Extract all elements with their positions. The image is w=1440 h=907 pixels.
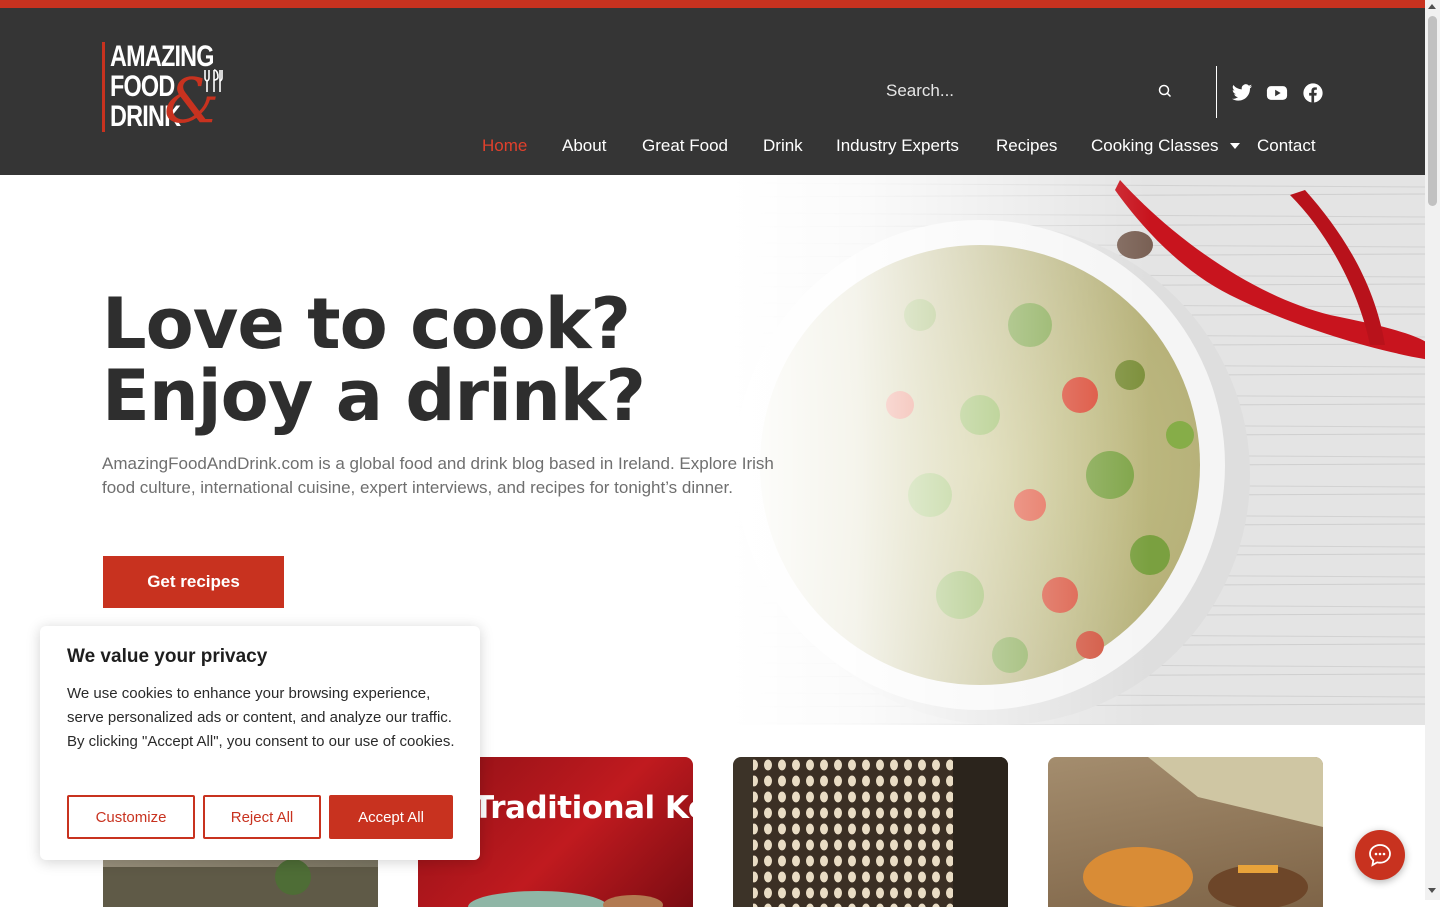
accept-all-button[interactable]: Accept All (329, 795, 453, 839)
scroll-down-arrow[interactable] (1428, 888, 1436, 893)
scrollbar-thumb[interactable] (1428, 16, 1437, 206)
nav-recipes[interactable]: Recipes (996, 136, 1057, 160)
nav-great-food[interactable]: Great Food (642, 136, 728, 160)
search-box (886, 74, 1176, 108)
post-card-4[interactable] (1048, 757, 1323, 907)
hero-fade-overlay (730, 175, 1150, 725)
nav-industry-experts[interactable]: Industry Experts (836, 136, 959, 160)
hero-title-line-2: Enjoy a drink? (102, 355, 646, 437)
chat-icon (1369, 844, 1391, 867)
hero-title: Love to cook? Enjoy a drink? (102, 288, 646, 432)
hero-lead: AmazingFoodAndDrink.com is a global food… (102, 454, 774, 497)
nav-about[interactable]: About (562, 136, 606, 160)
header-divider (1216, 66, 1217, 118)
reject-all-button[interactable]: Reject All (203, 795, 321, 839)
top-accent-bar (0, 0, 1425, 8)
cookie-text: We use cookies to enhance your browsing … (67, 685, 455, 750)
nav-home[interactable]: Home (482, 136, 527, 160)
post-card-image (753, 757, 1008, 907)
nav-contact[interactable]: Contact (1257, 136, 1316, 160)
cookie-title: We value your privacy (67, 646, 268, 667)
hero-title-line-1: Love to cook? (102, 283, 631, 365)
site-logo[interactable]: AMAZING FOOD DRINK & (102, 34, 226, 134)
post-card-3[interactable] (733, 757, 1008, 907)
search-icon[interactable] (1157, 83, 1173, 99)
scroll-up-arrow[interactable] (1428, 4, 1436, 9)
chat-button[interactable] (1355, 830, 1405, 880)
get-recipes-button[interactable]: Get recipes (103, 556, 284, 608)
customize-button[interactable]: Customize (67, 795, 195, 839)
post-card-image (1083, 757, 1323, 907)
cutlery-icon (204, 69, 223, 92)
page-scrollbar[interactable] (1425, 0, 1440, 900)
chevron-down-icon[interactable] (1230, 143, 1240, 149)
youtube-icon[interactable] (1266, 82, 1288, 104)
search-input[interactable] (886, 74, 1146, 108)
nav-drink[interactable]: Drink (763, 136, 803, 160)
nav-cooking-classes[interactable]: Cooking Classes (1091, 136, 1219, 160)
twitter-icon[interactable] (1231, 82, 1253, 104)
facebook-icon[interactable] (1302, 82, 1324, 104)
cookie-consent-dialog: We value your privacy We use cookies to … (40, 626, 480, 860)
logo-bar (102, 42, 105, 132)
